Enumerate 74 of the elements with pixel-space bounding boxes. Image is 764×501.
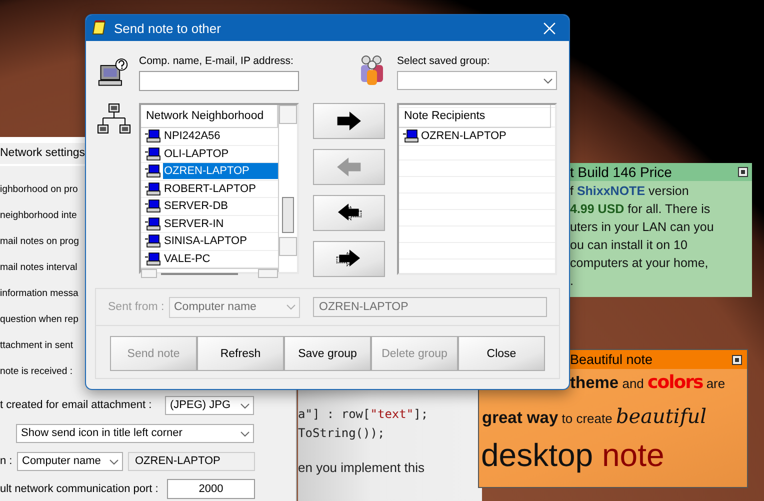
setting-label: question when rep bbox=[0, 314, 78, 325]
chevron-down-icon bbox=[543, 78, 553, 84]
computer-icon bbox=[145, 252, 161, 266]
sent-from-label: Sent from : bbox=[108, 301, 166, 313]
code-line: a"] : row["text"]; bbox=[298, 406, 430, 423]
setting-label: neighborhood inte bbox=[0, 210, 77, 221]
note-text-line: . bbox=[570, 273, 574, 290]
port-label: ult network communication port : bbox=[0, 483, 160, 495]
computer-icon bbox=[145, 216, 161, 231]
note-text-line: desktop note bbox=[480, 436, 666, 475]
computer-list-item[interactable]: SERVER-IN bbox=[163, 216, 278, 232]
left-arrow-icon bbox=[335, 156, 363, 178]
chevron-down-icon bbox=[240, 402, 250, 408]
note-title: t Build 146 Price bbox=[570, 164, 672, 180]
note-text-line: 4.99 USD for all. There is bbox=[570, 201, 712, 218]
right-arrow-icon bbox=[335, 110, 363, 132]
dialog-button[interactable]: Close bbox=[458, 336, 545, 371]
computer-icon bbox=[145, 234, 161, 248]
note-text-line: theme and colors are bbox=[569, 371, 726, 395]
note-text-line: f ShixxNOTE version bbox=[570, 183, 690, 200]
computer-list-item[interactable]: ROBERT-LAPTOP bbox=[163, 180, 278, 197]
setting-label: note is received : bbox=[0, 366, 73, 377]
sent-from-label: n : bbox=[0, 455, 14, 467]
horizontal-scrollbar[interactable] bbox=[141, 268, 278, 278]
computer-list-item[interactable]: VALE-PC bbox=[163, 250, 278, 267]
setting-label: mail notes interval bbox=[0, 262, 78, 273]
attachment-format-select[interactable]: (JPEG) JPG bbox=[165, 396, 254, 414]
chevron-down-icon bbox=[286, 304, 296, 310]
port-input[interactable]: 2000 bbox=[167, 479, 255, 499]
close-icon bbox=[542, 22, 556, 34]
note-text-line: computers at your home, bbox=[570, 255, 710, 272]
setting-label: information messa bbox=[0, 288, 78, 299]
computer-list-item[interactable]: NPI242A56 bbox=[163, 128, 278, 144]
computer-icon bbox=[145, 182, 161, 196]
code-line: ToString()); bbox=[298, 425, 386, 442]
saved-group-label: Select saved group: bbox=[397, 54, 491, 68]
note-text-line: ou can install it on 10 bbox=[570, 237, 688, 254]
setting-label: ighborhood on pro bbox=[0, 184, 78, 195]
send-icon-select[interactable]: Show send icon in title left corner bbox=[16, 424, 254, 442]
add-button[interactable] bbox=[313, 103, 385, 139]
minimize-box-icon[interactable] bbox=[738, 167, 748, 177]
remove-all-button[interactable] bbox=[313, 195, 385, 231]
sent-from-select[interactable]: Computer name bbox=[17, 452, 123, 470]
chevron-down-icon bbox=[240, 430, 250, 436]
setting-label: mail notes on prog bbox=[0, 236, 79, 247]
computer-icon bbox=[145, 129, 161, 144]
note-title: Beautiful note bbox=[570, 352, 653, 367]
add-all-button[interactable] bbox=[313, 241, 385, 277]
attachment-format-label: t created for email attachment : bbox=[0, 399, 153, 411]
computer-list-item[interactable]: OZREN-LAPTOP bbox=[163, 163, 278, 180]
dialog-button[interactable]: Save group bbox=[284, 336, 371, 371]
computer-icon bbox=[145, 164, 161, 178]
recipient-list-item[interactable]: OZREN-LAPTOP bbox=[421, 130, 506, 142]
computer-icon bbox=[145, 199, 161, 214]
computer-name-field: OZREN-LAPTOP bbox=[313, 297, 547, 317]
vertical-scrollbar[interactable] bbox=[278, 105, 297, 272]
window-title: Send note to other bbox=[114, 20, 222, 36]
dialog-button[interactable]: Refresh bbox=[197, 336, 284, 371]
note-text-line: great way to create beautiful bbox=[481, 403, 708, 430]
address-label: Comp. name, E-mail, IP address: bbox=[139, 54, 294, 68]
address-input[interactable] bbox=[139, 71, 299, 91]
computer-list-item[interactable]: OLI-LAPTOP bbox=[163, 146, 278, 162]
note-icon bbox=[92, 20, 108, 36]
column-header[interactable]: Network Neighborhood bbox=[141, 105, 278, 128]
chevron-down-icon bbox=[109, 458, 119, 464]
computer-list-item[interactable]: SINISA-LAPTOP bbox=[163, 233, 278, 250]
computer-icon bbox=[145, 146, 161, 161]
note-text-line: uters in your LAN can you bbox=[570, 219, 715, 236]
setting-label: ttachment in sent bbox=[0, 340, 74, 351]
minimize-box-icon[interactable] bbox=[732, 354, 742, 364]
computer-list-item[interactable]: SERVER-DB bbox=[163, 198, 278, 214]
computer-icon bbox=[403, 129, 419, 144]
paragraph-text: en you implement this bbox=[298, 460, 426, 475]
computer-name-field: OZREN-LAPTOP bbox=[128, 452, 255, 470]
